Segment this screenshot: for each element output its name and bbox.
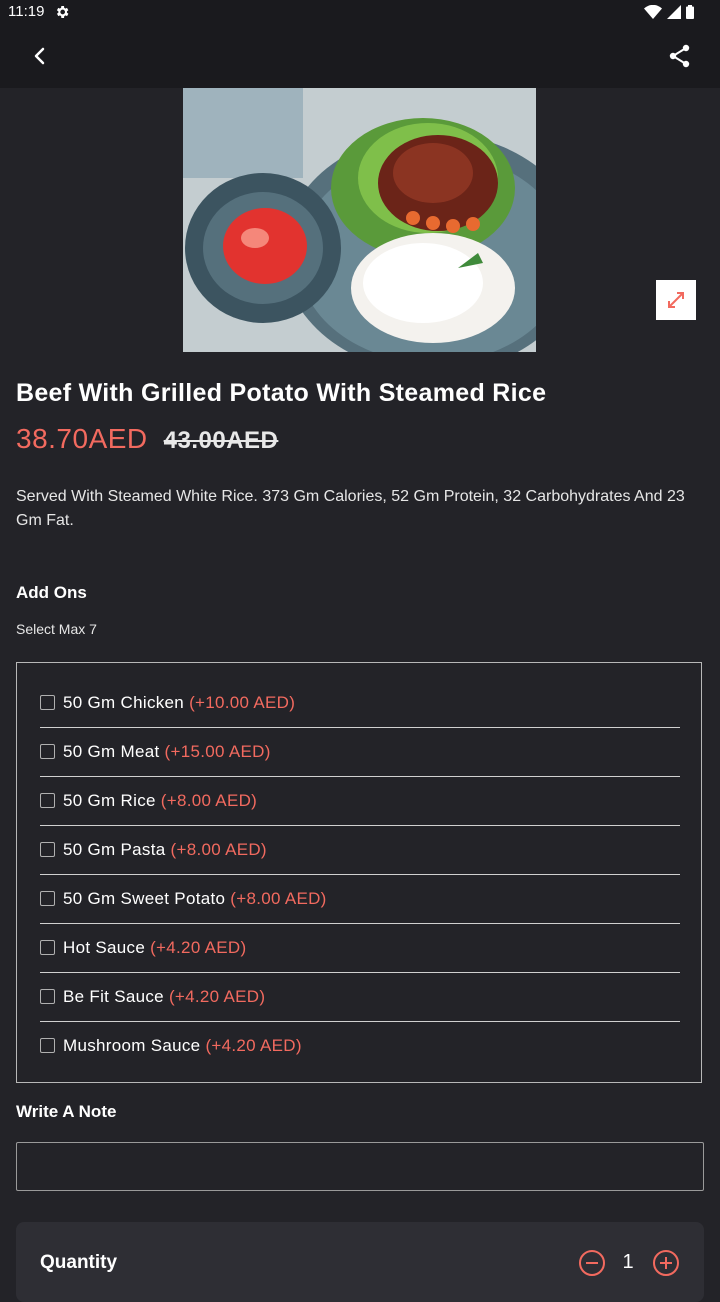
addon-price: (+8.00 AED) [170,839,267,859]
addon-item[interactable]: 50 Gm Meat (+15.00 AED) [40,727,680,777]
addon-name: 50 Gm Rice [63,790,156,810]
share-button[interactable] [664,40,696,72]
addon-price: (+4.20 AED) [150,937,247,957]
addon-item[interactable]: Hot Sauce (+4.20 AED) [40,923,680,973]
current-price: 38.70AED [16,423,148,454]
addon-checkbox[interactable] [40,1038,55,1053]
addon-item[interactable]: 50 Gm Sweet Potato (+8.00 AED) [40,874,680,924]
product-image [183,88,536,352]
addon-name: 50 Gm Meat [63,741,160,761]
addon-price: (+10.00 AED) [189,692,296,712]
addon-name: 50 Gm Pasta [63,839,166,859]
share-icon [669,44,690,68]
addon-item[interactable]: 50 Gm Pasta (+8.00 AED) [40,825,680,875]
addon-price: (+4.20 AED) [168,986,266,1006]
addon-checkbox[interactable] [40,891,55,906]
addon-name: Be Fit Sauce [63,986,164,1006]
addons-list: 50 Gm Chicken (+10.00 AED) 50 Gm Meat (+… [16,662,702,1083]
addons-heading: Add Ons [16,583,87,602]
wifi-icon [644,5,662,19]
app-bar [0,24,720,88]
product-title: Beef With Grilled Potato With Steamed Ri… [16,379,547,407]
addon-item[interactable]: 50 Gm Rice (+8.00 AED) [40,776,680,826]
cell-signal-icon [667,5,681,19]
settings-gear-icon [56,6,69,18]
addon-checkbox[interactable] [40,842,55,857]
addon-item[interactable]: 50 Gm Chicken (+10.00 AED) [40,678,680,728]
addon-checkbox[interactable] [40,744,55,759]
status-bar: 11:19 [0,0,720,24]
addon-name: Mushroom Sauce [63,1035,201,1055]
addon-price: (+8.00 AED) [230,888,327,908]
battery-icon [686,5,694,19]
addon-price: (+15.00 AED) [164,741,271,761]
addon-name: 50 Gm Sweet Potato [63,888,226,908]
price-row: 38.70AED 43.00AED [16,423,278,455]
quantity-card: Quantity 1 [16,1222,704,1302]
addon-checkbox[interactable] [40,695,55,710]
product-description: Served With Steamed White Rice. 373 Gm C… [16,488,685,529]
original-price: 43.00AED [163,427,279,454]
addon-checkbox[interactable] [40,793,55,808]
back-button[interactable] [24,40,56,72]
addon-name: 50 Gm Chicken [63,692,185,712]
food-plate-illustration [183,88,536,352]
quantity-label: Quantity [40,1252,118,1273]
addons-limit: Select Max 7 [16,621,97,637]
addon-item[interactable]: Mushroom Sauce (+4.20 AED) [40,1021,680,1070]
increase-quantity-icon[interactable] [652,1249,680,1277]
note-input[interactable] [16,1142,704,1191]
addon-price: (+4.20 AED) [205,1035,302,1055]
addon-item[interactable]: Be Fit Sauce (+4.20 AED) [40,972,680,1022]
addon-checkbox[interactable] [40,989,55,1004]
chevron-left-icon [34,47,45,65]
addon-checkbox[interactable] [40,940,55,955]
expand-icon [668,292,684,308]
note-heading: Write A Note [16,1102,117,1121]
quantity-value: 1 [622,1251,634,1273]
status-time: 11:19 [8,3,45,20]
decrease-quantity-icon[interactable] [578,1249,606,1277]
addon-price: (+8.00 AED) [160,790,258,810]
expand-image-button[interactable] [656,280,696,320]
addon-name: Hot Sauce [63,937,146,957]
